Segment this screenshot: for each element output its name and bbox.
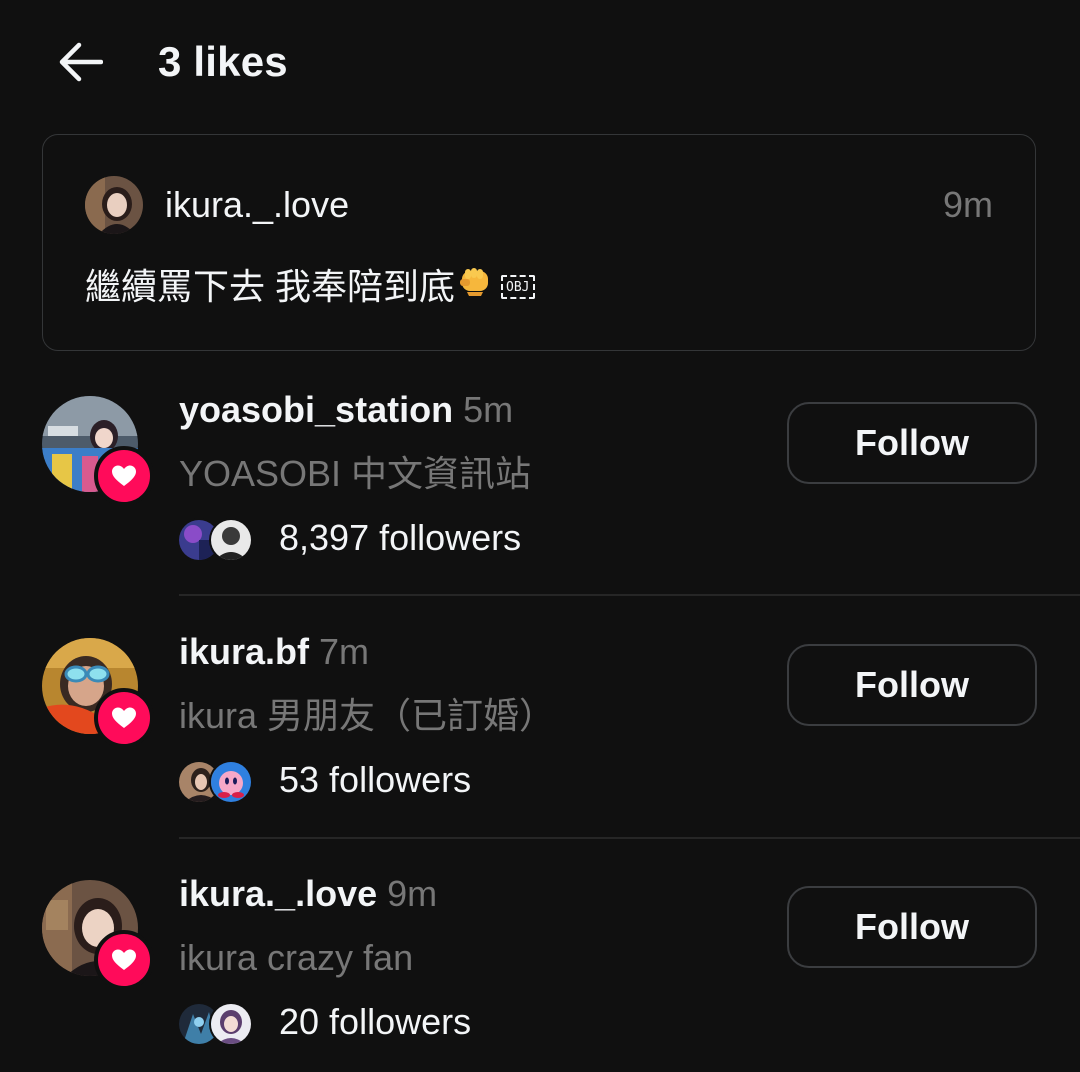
page-title: 3 likes: [158, 38, 288, 85]
avatar[interactable]: [42, 880, 154, 990]
heart-icon: [112, 707, 136, 728]
likes-screen: 3 likes ikura._.love 9m 繼續罵下去 我奉陪到底 OBJ …: [0, 0, 1080, 1072]
username[interactable]: yoasobi_station: [179, 389, 453, 430]
user-name-line: ikura._.love 9m: [179, 872, 437, 916]
divider: [179, 837, 1080, 839]
list-item[interactable]: yoasobi_station 5m YOASOBI 中文資訊站 8,397 fo…: [0, 389, 1080, 638]
object-placeholder-icon: OBJ: [501, 275, 535, 299]
post-timestamp: 9m: [942, 184, 993, 225]
user-name-line: ikura.bf 7m: [179, 630, 369, 674]
follow-button[interactable]: Follow: [787, 402, 1037, 484]
like-time: 9m: [387, 873, 438, 914]
post-username[interactable]: ikura._.love: [165, 183, 349, 227]
username[interactable]: ikura._.love: [179, 873, 377, 914]
like-heart-badge: [94, 930, 154, 990]
mutual-avatars: [177, 758, 255, 804]
followers-info: 8,397 followers: [177, 514, 522, 562]
like-heart-badge: [94, 688, 154, 748]
list-item[interactable]: ikura._.love 9m ikura crazy fan 20 follow…: [0, 873, 1080, 1072]
fist-emoji-icon: [457, 263, 493, 311]
quoted-post-card[interactable]: ikura._.love 9m 繼續罵下去 我奉陪到底 OBJ: [42, 134, 1036, 351]
user-bio: ikura crazy fan: [179, 937, 414, 978]
post-text: 繼續罵下去 我奉陪到底 OBJ: [85, 263, 535, 311]
header: 3 likes: [0, 0, 1080, 124]
followers-info: 53 followers: [177, 756, 472, 804]
follow-button[interactable]: Follow: [787, 644, 1037, 726]
user-bio: YOASOBI 中文資訊站: [179, 453, 532, 494]
list-item[interactable]: ikura.bf 7m ikura 男朋友（已訂婚） 53 followers F…: [0, 631, 1080, 880]
followers-count: 8,397 followers: [279, 517, 522, 558]
username[interactable]: ikura.bf: [179, 631, 309, 672]
avatar[interactable]: [85, 176, 143, 234]
avatar: [209, 760, 253, 804]
back-button[interactable]: [54, 38, 106, 86]
avatar: [209, 1002, 253, 1046]
like-time: 7m: [319, 631, 370, 672]
avatar: [209, 518, 253, 562]
user-name-line: yoasobi_station 5m: [179, 388, 513, 432]
arrow-left-icon: [59, 42, 103, 82]
avatar[interactable]: [42, 396, 154, 506]
mutual-avatars: [177, 1000, 255, 1046]
post-body: 繼續罵下去 我奉陪到底: [85, 266, 456, 307]
followers-count: 53 followers: [279, 759, 472, 800]
followers-info: 20 followers: [177, 998, 472, 1046]
followers-count: 20 followers: [279, 1001, 472, 1042]
heart-icon: [112, 465, 136, 486]
avatar[interactable]: [42, 638, 154, 748]
divider: [179, 594, 1080, 596]
like-heart-badge: [94, 446, 154, 506]
mutual-avatars: [177, 516, 255, 562]
follow-button[interactable]: Follow: [787, 886, 1037, 968]
user-bio: ikura 男朋友（已訂婚）: [179, 695, 556, 736]
like-time: 5m: [463, 389, 514, 430]
heart-icon: [112, 949, 136, 970]
